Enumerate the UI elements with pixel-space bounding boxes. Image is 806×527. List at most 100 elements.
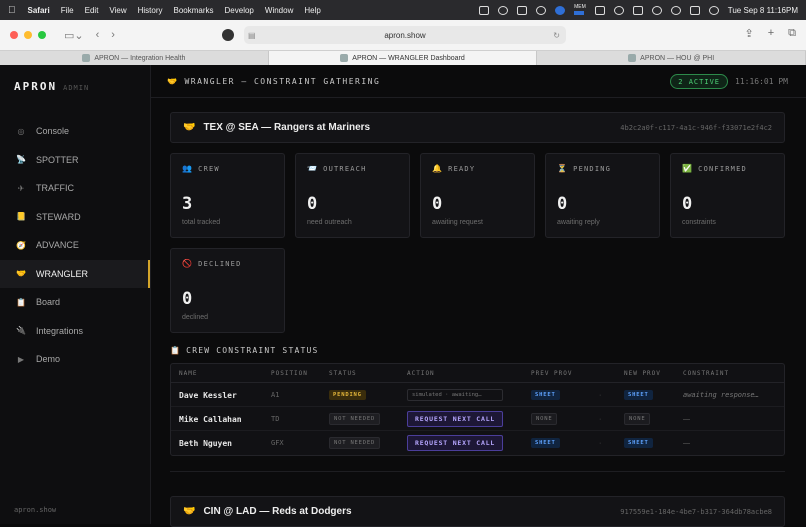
handshake-icon: 🤝 — [183, 122, 196, 133]
brand: APRON ADMIN — [14, 80, 89, 93]
control-center-icon[interactable] — [689, 5, 700, 15]
sidebar-item-traffic[interactable]: ✈ TRAFFIC — [0, 174, 150, 203]
table-row: Mike Callahan TD NOT NEEDED REQUEST NEXT… — [171, 407, 784, 431]
phone-icon[interactable] — [594, 5, 605, 15]
zoom-window-button[interactable] — [38, 31, 46, 39]
sidebar-item-board[interactable]: 📋 Board — [0, 288, 150, 317]
sidebar-toggle-icon[interactable]: ▭⌄ — [64, 29, 84, 42]
sidebar-item-advance[interactable]: 🧭 ADVANCE — [0, 231, 150, 260]
sidebar-item-console[interactable]: ◎ Console — [0, 117, 150, 146]
wifi-icon[interactable] — [651, 5, 662, 15]
menu-bookmarks[interactable]: Bookmarks — [174, 6, 214, 15]
new-prov-badge: SHEET — [624, 438, 653, 448]
siri-icon[interactable] — [708, 5, 719, 15]
header-clock: 11:16:01 PM — [735, 77, 788, 86]
crew-position: TD — [271, 415, 280, 423]
separator-dot: · — [599, 391, 602, 399]
sidebar: APRON ADMIN ◎ Console 📡 SPOTTER ✈ TRAFFIC 📒… — [0, 65, 151, 524]
envelope-icon: 📨 — [307, 164, 319, 173]
sidebar-item-demo[interactable]: ▶ Demo — [0, 345, 150, 374]
brand-name: APRON — [14, 80, 58, 93]
clock-icon[interactable] — [613, 5, 624, 15]
sidebar-item-wrangler[interactable]: 🤝 WRANGLER — [0, 259, 150, 288]
prev-prov-badge: SHEET — [531, 390, 560, 400]
status-badge: PENDING — [329, 390, 366, 400]
sidebar-footer[interactable]: apron.show — [14, 506, 56, 514]
search-icon[interactable] — [670, 5, 681, 15]
clipboard-icon: 📋 — [16, 297, 26, 307]
menu-window[interactable]: Window — [265, 6, 293, 15]
col-header-action: ACTION — [407, 369, 435, 377]
back-icon[interactable]: ‹ — [96, 29, 100, 41]
menu-history[interactable]: History — [138, 6, 163, 15]
request-next-call-button[interactable]: REQUEST NEXT CALL — [407, 411, 504, 427]
menubar-datetime[interactable]: Tue Sep 8 11:16PM — [728, 6, 798, 15]
crew-position: A1 — [271, 391, 280, 399]
stat-card-pending: ⏳ PENDING 0 awaiting reply — [545, 153, 660, 238]
tab-overview-icon[interactable]: ⧉ — [788, 27, 796, 40]
menu-edit[interactable]: Edit — [85, 6, 99, 15]
stat-label: PENDING — [573, 165, 612, 173]
new-tab-icon[interactable]: + — [768, 27, 774, 40]
stat-label: DECLINED — [198, 260, 242, 268]
forward-icon[interactable]: › — [111, 29, 115, 41]
share-icon[interactable]: ⇪ — [744, 27, 753, 40]
eye-icon[interactable] — [536, 5, 547, 15]
minimize-window-button[interactable] — [24, 31, 32, 39]
handshake-icon: 🤝 — [183, 506, 196, 517]
favicon-icon — [628, 54, 637, 62]
page-header: 🤝 WRANGLER — CONSTRAINT GATHERING 2 ACTIV… — [151, 65, 806, 98]
constraint-value: — — [683, 439, 690, 447]
bell-icon: 🔔 — [432, 164, 444, 173]
col-header-status: STATUS — [329, 369, 357, 377]
sidebar-item-integrations[interactable]: 🔌 Integrations — [0, 317, 150, 346]
stat-value: 3 — [182, 194, 193, 214]
tab-hou-phi[interactable]: APRON — HOU @ PHI — [537, 51, 806, 65]
table-row: Dave Kessler A1 PENDING simulated · awai… — [171, 383, 784, 407]
menu-develop[interactable]: Develop — [225, 6, 254, 15]
constraint-value: awaiting response… — [683, 391, 759, 399]
dropbox-icon[interactable] — [517, 5, 528, 15]
stat-sub: total tracked — [182, 219, 221, 226]
address-bar[interactable]: ▤ apron.show ↻ — [244, 26, 566, 44]
battery-icon[interactable] — [632, 5, 643, 15]
sidebar-item-steward[interactable]: 📒 STEWARD — [0, 203, 150, 232]
menu-view[interactable]: View — [109, 6, 126, 15]
separator-dot: · — [599, 415, 602, 423]
request-next-call-button[interactable]: REQUEST NEXT CALL — [407, 435, 504, 451]
reload-icon[interactable]: ↻ — [553, 31, 560, 40]
screen-share-icon[interactable] — [479, 5, 490, 15]
menu-app-name[interactable]: Safari — [28, 6, 50, 15]
focus-icon[interactable] — [555, 5, 566, 15]
stat-value: 0 — [557, 194, 568, 214]
game-title: 🤝 TEX @ SEA — Rangers at Mariners — [183, 122, 371, 133]
menu-file[interactable]: File — [61, 6, 74, 15]
stat-label: CREW — [198, 165, 220, 173]
memory-monitor-icon[interactable]: MEM — [574, 5, 586, 15]
tab-integration-health[interactable]: APRON — Integration Health — [0, 51, 269, 65]
favicon-icon — [82, 54, 91, 62]
tab-wrangler-dashboard[interactable]: APRON — WRANGLER Dashboard — [268, 51, 538, 65]
extension-icon[interactable] — [222, 29, 234, 41]
crew-section-title: 📋 CREW CONSTRAINT STATUS — [170, 346, 319, 355]
people-icon: 👥 — [182, 164, 194, 173]
apple-menu-icon[interactable]:  — [8, 5, 16, 16]
stat-sub: awaiting request — [432, 219, 483, 226]
game-id: 917559e1-184e-4be7-b317-364db78acbe8 — [620, 507, 772, 516]
menu-help[interactable]: Help — [304, 6, 320, 15]
stat-label: OUTREACH — [323, 165, 367, 173]
handshake-icon: 🤝 — [167, 76, 179, 86]
close-window-button[interactable] — [10, 31, 18, 39]
game-card-header[interactable]: 🤝 TEX @ SEA — Rangers at Mariners 4b2c2a0… — [170, 112, 785, 143]
sidebar-item-spotter[interactable]: 📡 SPOTTER — [0, 146, 150, 175]
ledger-icon: 📒 — [16, 212, 26, 222]
game-card-header[interactable]: 🤝 CIN @ LAD — Reds at Dodgers 917559e1-18… — [170, 496, 785, 527]
col-header-prev-prov: PREV PROV — [531, 369, 573, 377]
prev-prov-badge: SHEET — [531, 438, 560, 448]
status-badge: NOT NEEDED — [329, 413, 381, 425]
browser-tabs: APRON — Integration Health APRON — WRANG… — [0, 50, 806, 65]
action-simulated-label: simulated · awaiting… — [407, 389, 503, 401]
record-icon[interactable] — [498, 5, 509, 15]
stat-card-crew: 👥 CREW 3 total tracked — [170, 153, 285, 238]
stat-sub: constraints — [682, 219, 716, 226]
